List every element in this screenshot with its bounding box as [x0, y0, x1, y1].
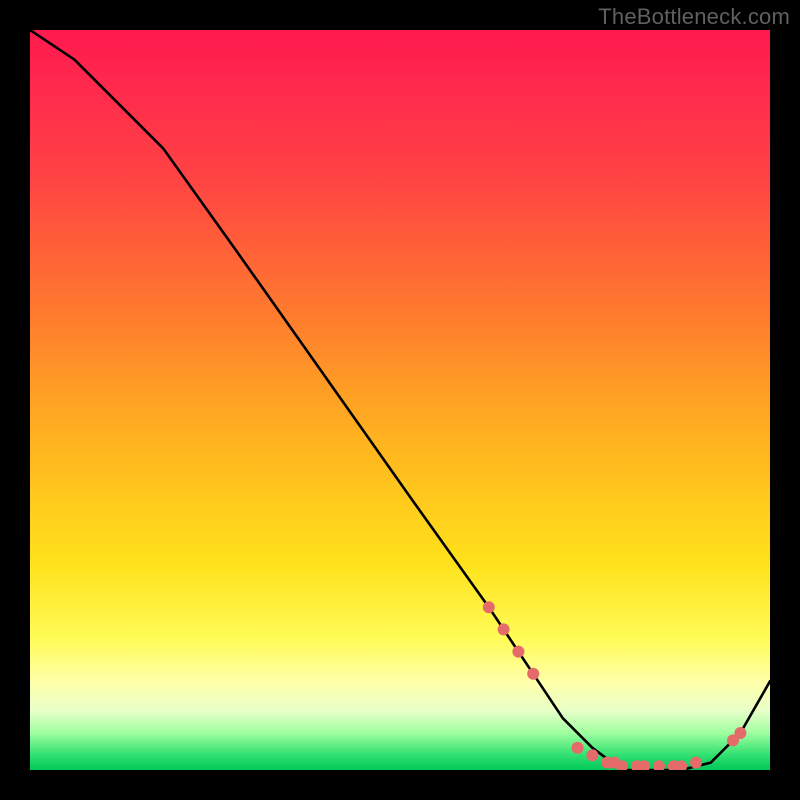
curve-marker [653, 760, 665, 770]
plot-area [30, 30, 770, 770]
chart-frame: TheBottleneck.com [0, 0, 800, 800]
curve-marker [572, 742, 584, 754]
curve-marker [586, 749, 598, 761]
curve-marker [734, 727, 746, 739]
curve-marker [690, 757, 702, 769]
attribution-text: TheBottleneck.com [598, 4, 790, 30]
curve-marker [512, 646, 524, 658]
bottleneck-curve [30, 30, 770, 770]
curve-svg [30, 30, 770, 770]
curve-marker [527, 668, 539, 680]
curve-marker [498, 623, 510, 635]
curve-marker [483, 601, 495, 613]
curve-markers [483, 601, 747, 770]
